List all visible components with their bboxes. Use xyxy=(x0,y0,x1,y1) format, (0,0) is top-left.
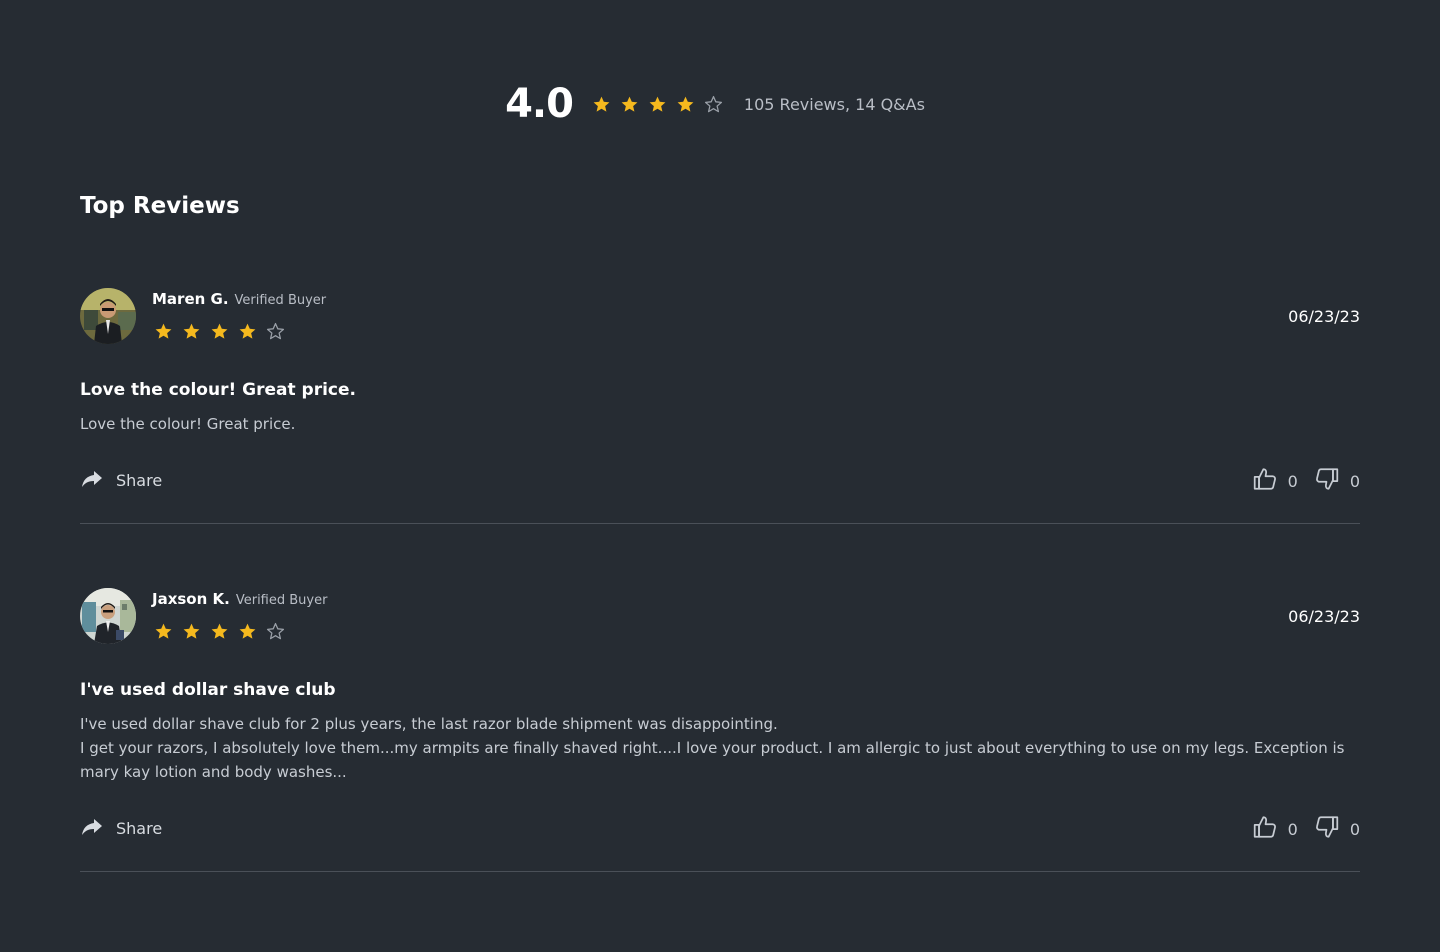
average-score: 4.0 xyxy=(505,81,574,127)
share-button[interactable]: Share xyxy=(80,466,162,494)
thumbs-up-icon xyxy=(1252,814,1288,844)
review-stars xyxy=(154,322,294,341)
thumbs-down-icon xyxy=(1314,466,1350,496)
review-body-line: I get your razors, I absolutely love the… xyxy=(80,739,1345,781)
star-empty-icon xyxy=(704,95,723,114)
share-arrow-icon xyxy=(80,814,116,842)
star-filled-icon xyxy=(154,622,173,641)
star-filled-icon xyxy=(592,95,611,114)
votes: 0 0 xyxy=(1252,814,1360,844)
review-title: Love the colour! Great price. xyxy=(80,380,356,400)
star-filled-icon xyxy=(676,95,695,114)
review-body-line: Love the colour! Great price. xyxy=(80,415,296,433)
review-stars xyxy=(154,622,294,641)
review-actions: Share 0 0 xyxy=(80,466,1360,494)
star-filled-icon xyxy=(238,322,257,341)
star-filled-icon xyxy=(182,622,201,641)
rating-summary: 4.0 105 Reviews, 14 Q&As xyxy=(0,78,1440,130)
section-title: Top Reviews xyxy=(80,193,240,219)
reviewer-name-text: Maren G. xyxy=(152,290,229,308)
review-body: I've used dollar shave club for 2 plus y… xyxy=(80,712,1360,784)
review-date: 06/23/23 xyxy=(1288,307,1360,326)
star-filled-icon xyxy=(648,95,667,114)
like-count: 0 xyxy=(1287,819,1298,839)
avatar xyxy=(80,588,136,644)
votes: 0 0 xyxy=(1252,466,1360,496)
thumbs-up-icon xyxy=(1252,466,1288,496)
star-empty-icon xyxy=(266,322,285,341)
star-filled-icon xyxy=(238,622,257,641)
like-button[interactable]: 0 xyxy=(1252,466,1298,496)
review-date: 06/23/23 xyxy=(1288,607,1360,626)
reviewer-name: Jaxson K. Verified Buyer xyxy=(152,590,327,608)
review-body: Love the colour! Great price. xyxy=(80,412,1360,436)
star-filled-icon xyxy=(182,322,201,341)
star-filled-icon xyxy=(210,322,229,341)
like-button[interactable]: 0 xyxy=(1252,814,1298,844)
share-button[interactable]: Share xyxy=(80,814,162,842)
share-arrow-icon xyxy=(80,466,116,494)
star-filled-icon xyxy=(210,622,229,641)
star-filled-icon xyxy=(154,322,173,341)
share-label: Share xyxy=(116,818,163,838)
star-empty-icon xyxy=(266,622,285,641)
reviewer-name: Maren G. Verified Buyer xyxy=(152,290,326,308)
dislike-button[interactable]: 0 xyxy=(1314,466,1360,496)
review-body-line: I've used dollar shave club for 2 plus y… xyxy=(80,715,778,733)
review-title: I've used dollar shave club xyxy=(80,680,336,700)
reviewer-name-text: Jaxson K. xyxy=(152,590,230,608)
share-label: Share xyxy=(116,470,163,490)
review-actions: Share 0 0 xyxy=(80,814,1360,842)
review-counts-link[interactable]: 105 Reviews, 14 Q&As xyxy=(744,95,925,114)
dislike-button[interactable]: 0 xyxy=(1314,814,1360,844)
divider xyxy=(80,523,1360,524)
star-filled-icon xyxy=(620,95,639,114)
verified-buyer-badge: Verified Buyer xyxy=(234,293,327,308)
verified-buyer-badge: Verified Buyer xyxy=(235,593,328,608)
dislike-count: 0 xyxy=(1349,819,1360,839)
dislike-count: 0 xyxy=(1349,471,1360,491)
summary-stars xyxy=(592,95,732,114)
divider xyxy=(80,871,1360,872)
thumbs-down-icon xyxy=(1314,814,1350,844)
avatar xyxy=(80,288,136,344)
like-count: 0 xyxy=(1287,471,1298,491)
